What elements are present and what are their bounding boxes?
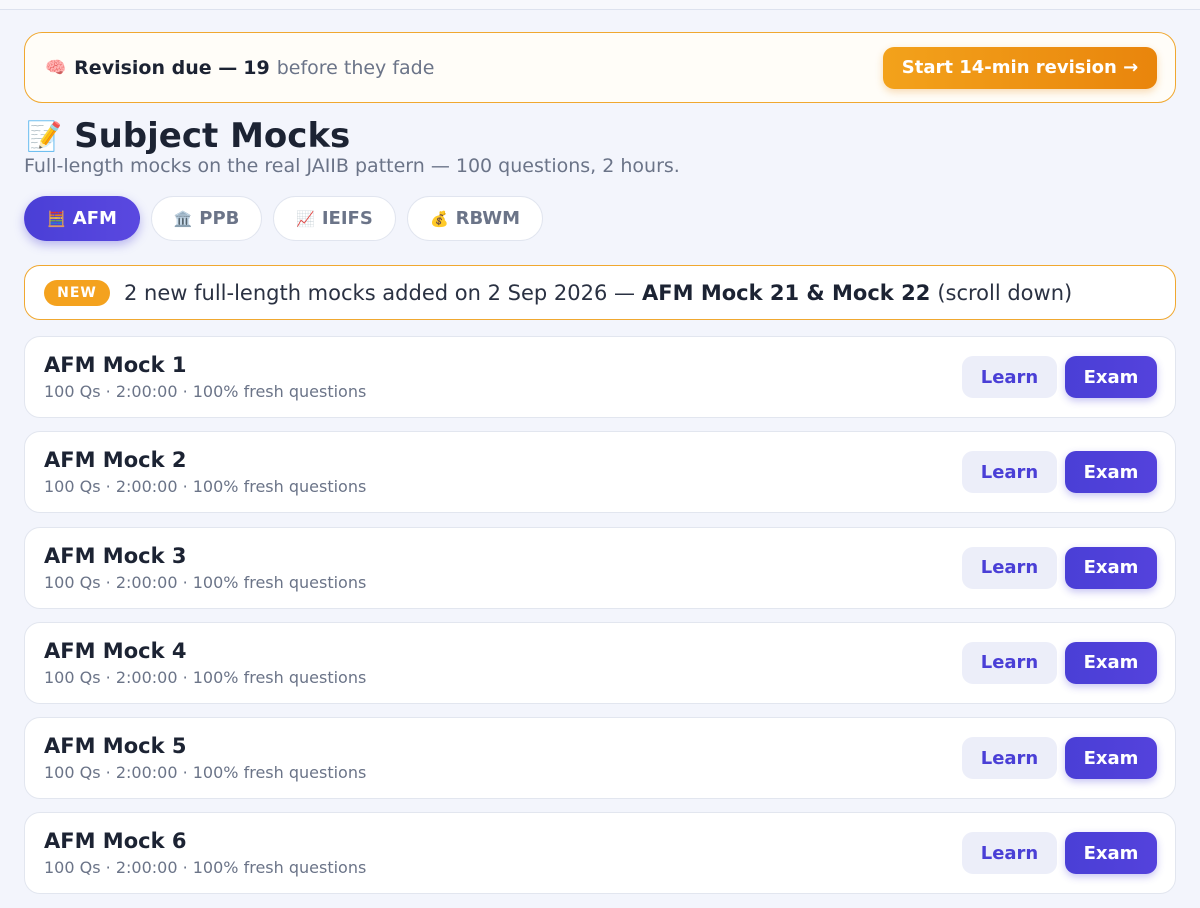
mock-info: AFM Mock 4 100 Qs · 2:00:00 · 100% fresh… [44,639,366,687]
mock-meta: 100 Qs · 2:00:00 · 100% fresh questions [44,763,367,783]
mock-card: AFM Mock 1 100 Qs · 2:00:00 · 100% fresh… [24,336,1176,418]
mock-card: AFM Mock 6 100 Qs · 2:00:00 · 100% fresh… [24,812,1176,895]
mock-meta: 100 Qs · 2:00:00 · 100% fresh questions [44,477,367,497]
notice-tail: (scroll down) [937,280,1073,305]
exam-button[interactable]: Exam [1065,641,1157,684]
bank-icon: 🏛️ [173,209,193,228]
mock-title: AFM Mock 6 [44,829,187,854]
revision-count: 19 [243,56,270,79]
exam-button[interactable]: Exam [1065,451,1157,494]
memo-icon: 📝 [26,118,63,153]
learn-button[interactable]: Learn [962,451,1057,494]
tab-label: RBWM [455,208,521,229]
tab-ppb[interactable]: 🏛️ PPB [151,196,262,241]
page-title-text: Subject Mocks [74,116,351,156]
mock-title: AFM Mock 1 [44,353,187,377]
mock-actions: Learn Exam [962,546,1157,589]
revision-message: 🧠 Revision due — 19 before they fade [45,57,434,79]
learn-button[interactable]: Learn [962,546,1057,589]
tab-afm[interactable]: 🧮 AFM [24,196,140,241]
page-subtitle: Full-length mocks on the real JAIIB patt… [24,155,680,177]
mock-meta: 100 Qs · 2:00:00 · 100% fresh questions [44,667,367,687]
mock-title: AFM Mock 4 [44,638,187,663]
mock-info: AFM Mock 6 100 Qs · 2:00:00 · 100% fresh… [44,829,366,877]
brain-icon: 🧠 [45,57,67,78]
tab-label: PPB [199,208,240,229]
start-revision-button[interactable]: Start 14-min revision → [883,46,1157,89]
mock-card: AFM Mock 5 100 Qs · 2:00:00 · 100% fresh… [24,717,1176,800]
money-bag-icon: 💰 [429,209,449,228]
tab-label: IEIFS [321,208,373,229]
tab-rbwm[interactable]: 💰 RBWM [407,196,543,241]
mock-info: AFM Mock 1 100 Qs · 2:00:00 · 100% fresh… [44,353,366,401]
abacus-icon: 🧮 [47,209,66,228]
notice-text: 2 new full-length mocks added on 2 Sep 2… [124,280,636,305]
learn-button[interactable]: Learn [962,832,1057,875]
page-title: 📝 Subject Mocks [26,116,350,156]
exam-button[interactable]: Exam [1065,546,1157,589]
learn-button[interactable]: Learn [962,356,1057,398]
mock-card: AFM Mock 4 100 Qs · 2:00:00 · 100% fresh… [24,621,1176,704]
notice-highlight: AFM Mock 21 & Mock 22 [642,280,931,305]
revision-banner: 🧠 Revision due — 19 before they fade Sta… [24,32,1176,103]
subject-tabs: 🧮 AFM 🏛️ PPB 📈 IEIFS 💰 RBWM [24,196,543,241]
mock-info: AFM Mock 5 100 Qs · 2:00:00 · 100% fresh… [44,734,366,782]
learn-button[interactable]: Learn [962,641,1057,684]
top-divider [0,0,1200,10]
new-mocks-notice: NEW 2 new full-length mocks added on 2 S… [24,265,1176,320]
mock-title: AFM Mock 5 [44,734,187,759]
exam-button[interactable]: Exam [1065,356,1157,398]
mock-meta: 100 Qs · 2:00:00 · 100% fresh questions [44,572,367,592]
mock-info: AFM Mock 2 100 Qs · 2:00:00 · 100% fresh… [44,448,366,496]
mock-info: AFM Mock 3 100 Qs · 2:00:00 · 100% fresh… [44,544,366,592]
mock-card: AFM Mock 2 100 Qs · 2:00:00 · 100% fresh… [24,431,1176,514]
mock-title: AFM Mock 2 [44,448,187,473]
revision-label: Revision due — [74,56,238,79]
mock-actions: Learn Exam [962,641,1157,684]
mock-actions: Learn Exam [962,737,1157,780]
mock-actions: Learn Exam [962,356,1157,398]
mock-meta: 100 Qs · 2:00:00 · 100% fresh questions [44,858,367,878]
tab-label: AFM [72,208,117,229]
mock-title: AFM Mock 3 [44,543,187,568]
exam-button[interactable]: Exam [1065,832,1157,875]
mock-actions: Learn Exam [962,451,1157,494]
mock-meta: 100 Qs · 2:00:00 · 100% fresh questions [44,382,367,401]
revision-suffix: before they fade [276,56,435,79]
mock-actions: Learn Exam [962,832,1157,875]
tab-ieifs[interactable]: 📈 IEIFS [273,196,396,241]
mock-card: AFM Mock 3 100 Qs · 2:00:00 · 100% fresh… [24,526,1176,609]
exam-button[interactable]: Exam [1065,737,1157,780]
chart-up-icon: 📈 [296,209,315,228]
mock-list: AFM Mock 1 100 Qs · 2:00:00 · 100% fresh… [24,336,1176,908]
new-badge: NEW [44,279,110,306]
learn-button[interactable]: Learn [962,737,1057,780]
